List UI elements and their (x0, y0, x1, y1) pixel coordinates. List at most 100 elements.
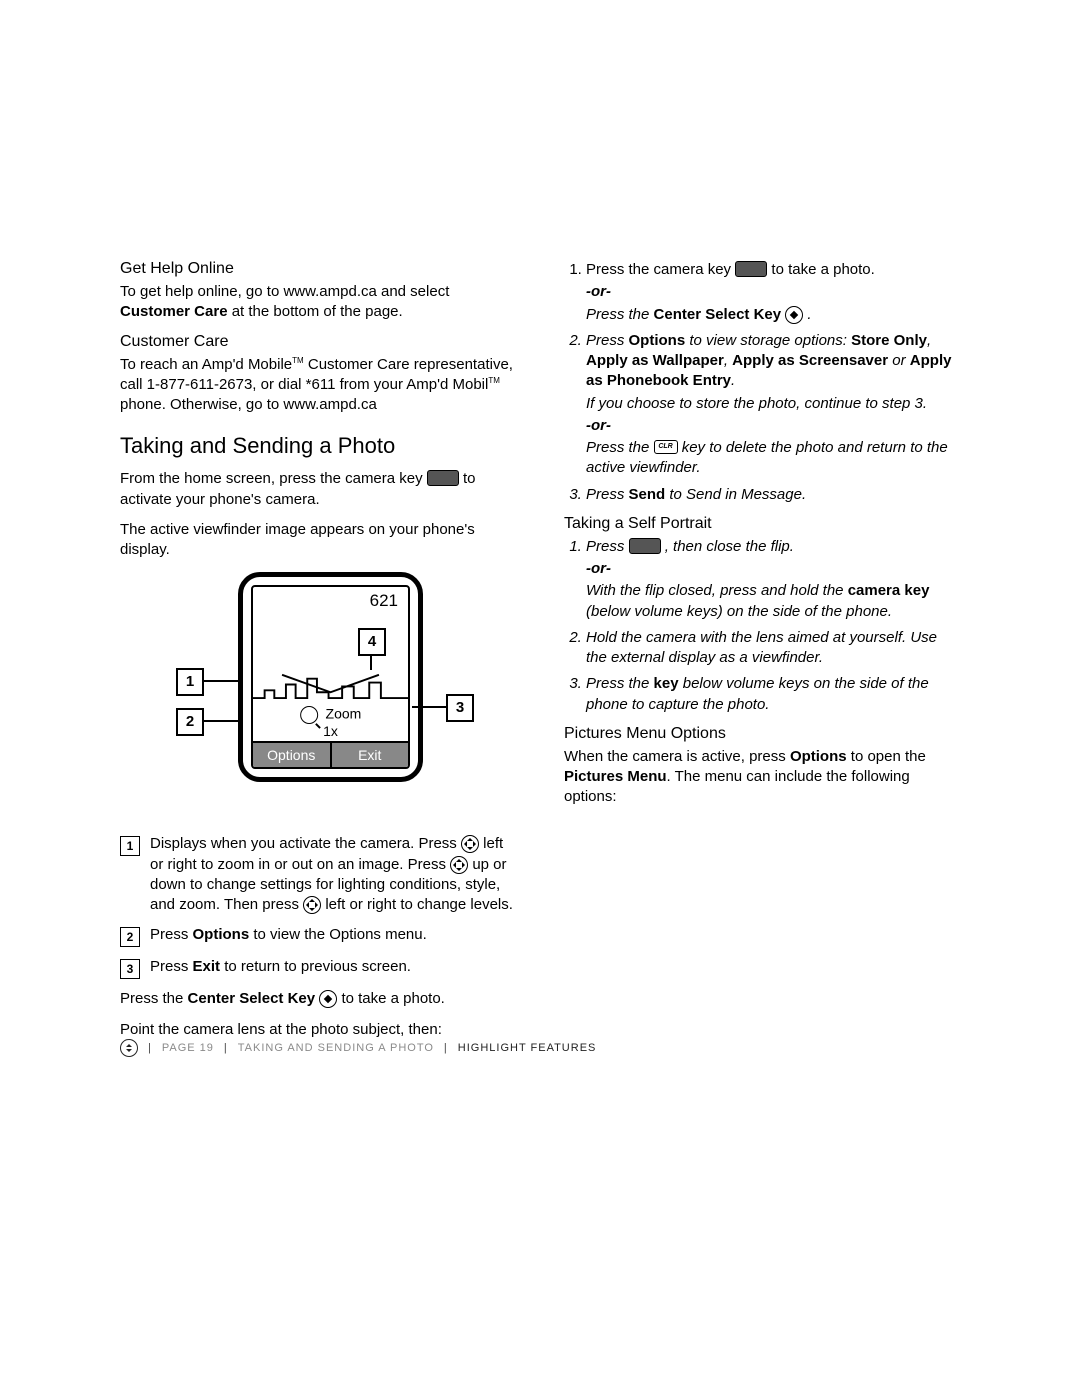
text: to view the Options menu. (249, 926, 427, 943)
text: Press (586, 332, 629, 349)
trademark-symbol: TM (292, 356, 304, 365)
leader-line (412, 706, 446, 708)
customer-care-link-text: Customer Care (120, 303, 228, 320)
options-label: Options (790, 748, 847, 765)
footer-nav-icon (120, 1039, 138, 1057)
footer-sep: | (148, 1042, 152, 1054)
intro-text: From the home screen, press the camera k… (120, 469, 516, 510)
text: To get help online, go to www.ampd.ca an… (120, 283, 449, 300)
text: , then close the flip. (665, 538, 794, 555)
text: Press (150, 926, 193, 943)
self-portrait-heading: Taking a Self Portrait (564, 515, 960, 533)
step-3: Press Send to Send in Message. (586, 485, 960, 505)
text: Press (150, 958, 193, 975)
right-column: Press the camera key to take a photo. -o… (564, 260, 960, 1050)
left-column: Get Help Online To get help online, go t… (120, 260, 516, 1050)
text: phone. Otherwise, go to www.ampd.ca (120, 396, 377, 413)
pictures-menu-heading: Pictures Menu Options (564, 725, 960, 743)
manual-page: Get Help Online To get help online, go t… (0, 0, 1080, 1397)
footer-sep: | (444, 1042, 448, 1054)
store-only-label: Store Only (851, 332, 927, 349)
or-label: -or- (586, 559, 960, 579)
text: to return to previous screen. (220, 958, 411, 975)
camera-key-label: camera key (848, 582, 930, 599)
step-2: Press Options to view storage options: S… (586, 331, 960, 479)
diagram-legend: 1 Displays when you activate the camera.… (120, 834, 516, 979)
self-portrait-steps: Press , then close the flip. -or- With t… (564, 537, 960, 715)
leader-line (204, 720, 238, 722)
zoom-indicator: Zoom 1x (300, 706, 362, 739)
options-label: Options (193, 926, 250, 943)
callout-1: 1 (176, 668, 204, 696)
apply-screensaver-label: Apply as Screensaver (732, 352, 888, 369)
legend-text: Press Options to view the Options menu. (150, 925, 516, 945)
options-label: Options (629, 332, 686, 349)
footer-chapter: HIGHLIGHT FEATURES (458, 1042, 597, 1054)
sp-step-2: Hold the camera with the lens aimed at y… (586, 628, 960, 669)
legend-number: 3 (120, 959, 140, 979)
get-help-heading: Get Help Online (120, 260, 516, 278)
text: . (731, 372, 735, 389)
pictures-menu-label: Pictures Menu (564, 768, 667, 785)
step-2-note: If you choose to store the photo, contin… (586, 394, 960, 414)
softkey-bar: Options Exit (253, 741, 408, 767)
send-label: Send (629, 486, 666, 503)
text: at the bottom of the page. (228, 303, 403, 320)
or-label: -or- (586, 416, 960, 436)
center-select-key-label: Center Select Key (188, 990, 316, 1007)
customer-care-text: To reach an Amp'd MobileTM Customer Care… (120, 355, 516, 416)
center-select-key-icon (785, 306, 803, 324)
magnifier-icon (300, 706, 318, 724)
section-heading: Taking and Sending a Photo (120, 433, 516, 459)
legend-text: Displays when you activate the camera. P… (150, 834, 516, 915)
text: With the flip closed, press and hold the (586, 582, 848, 599)
side-key-label: key (654, 675, 679, 692)
legend-text: Press Exit to return to previous screen. (150, 957, 516, 977)
text: When the camera is active, press (564, 748, 790, 765)
text: to view storage options: (685, 332, 851, 349)
text: (below volume keys) on the side of the p… (586, 603, 892, 620)
sp-step-1-alt: With the flip closed, press and hold the… (586, 581, 960, 622)
get-help-text: To get help online, go to www.ampd.ca an… (120, 282, 516, 323)
two-column-layout: Get Help Online To get help online, go t… (120, 260, 960, 1050)
phone-diagram: 621 Zoom 1x Options Exit (158, 572, 478, 812)
text: Press (586, 538, 629, 555)
sp-step-3: Press the key below volume keys on the s… (586, 674, 960, 715)
skyline-icon (253, 669, 408, 708)
text: Press the (586, 675, 654, 692)
text: From the home screen, press the camera k… (120, 470, 427, 487)
zoom-value: 1x (323, 723, 338, 739)
phone-outline: 621 Zoom 1x Options Exit (238, 572, 423, 782)
camera-key-icon (735, 261, 767, 277)
camera-key-icon (629, 538, 661, 554)
photo-steps: Press the camera key to take a photo. -o… (564, 260, 960, 505)
legend-row-3: 3 Press Exit to return to previous scree… (120, 957, 516, 979)
page-footer: | PAGE 19 | TAKING AND SENDING A PHOTO |… (120, 1039, 596, 1057)
trademark-symbol: TM (488, 376, 500, 385)
text: , (724, 352, 732, 369)
footer-sep: | (224, 1042, 228, 1054)
legend-number: 2 (120, 927, 140, 947)
photo-counter: 621 (370, 591, 398, 611)
text: to open the (847, 748, 926, 765)
phone-screen: 621 Zoom 1x Options Exit (251, 585, 410, 769)
softkey-options: Options (253, 743, 332, 767)
legend-row-2: 2 Press Options to view the Options menu… (120, 925, 516, 947)
text: or (888, 352, 910, 369)
text: Press the camera key (586, 261, 735, 278)
text: to Send in Message. (665, 486, 806, 503)
camera-key-icon (427, 470, 459, 486)
clr-key-icon: CLR (654, 440, 678, 454)
step-2-delete: Press the CLR key to delete the photo an… (586, 438, 960, 479)
or-label: -or- (586, 282, 960, 302)
leader-line (370, 656, 372, 670)
text: Press the (586, 306, 654, 323)
intro2-text: The active viewfinder image appears on y… (120, 520, 516, 561)
step-1: Press the camera key to take a photo. -o… (586, 260, 960, 325)
callout-3: 3 (446, 694, 474, 722)
text: . (803, 306, 811, 323)
leader-line (204, 680, 238, 682)
pictures-menu-text: When the camera is active, press Options… (564, 747, 960, 808)
legend-number: 1 (120, 836, 140, 856)
after-legend-2: Point the camera lens at the photo subje… (120, 1020, 516, 1040)
